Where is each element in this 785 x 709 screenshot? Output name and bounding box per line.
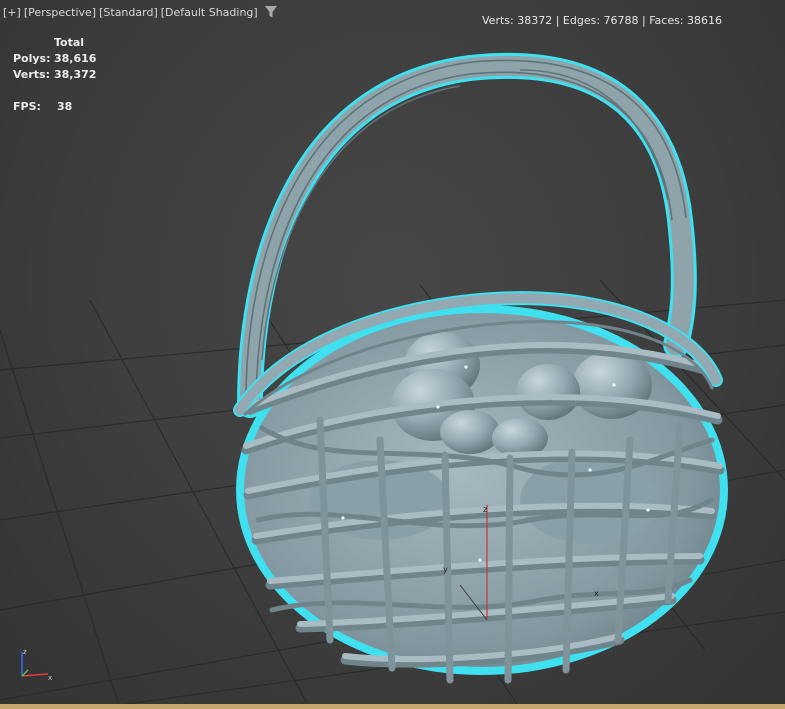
world-axis-tripod: z x: [21, 648, 52, 682]
stats-polys-row: Polys: 38,616: [13, 51, 96, 67]
gizmo-z-label: z: [483, 505, 487, 514]
stats-verts-row: Verts: 38,372: [13, 67, 96, 83]
stats-total-header: Total: [54, 36, 85, 49]
basket-model[interactable]: [233, 52, 728, 684]
stats-fps-label: FPS:: [13, 100, 41, 113]
gizmo-y-label: y: [443, 565, 448, 574]
stats-verts-value: 38,372: [54, 68, 97, 81]
viewport-style-menu[interactable]: [Standard]: [99, 6, 158, 19]
viewport-bottom-border: [0, 704, 785, 709]
stats-fps-row: FPS: 38: [13, 99, 96, 115]
viewport-plus-menu[interactable]: [+]: [3, 6, 21, 19]
stats-polys-label: Polys:: [13, 52, 51, 65]
axis-tripod-z-label: z: [23, 648, 27, 656]
axis-tripod-x-label: x: [48, 674, 52, 682]
mesh-stats-readout: Verts: 38372 | Edges: 76788 | Faces: 386…: [482, 14, 723, 27]
stats-verts-label: Verts:: [13, 68, 51, 81]
funnel-filter-icon[interactable]: [264, 5, 278, 19]
viewport-view-menu[interactable]: [Perspective]: [24, 6, 96, 19]
perspective-viewport[interactable]: z y x [+] [Perspective] [Standard] [Defa…: [0, 0, 785, 709]
stats-polys-value: 38,616: [54, 52, 97, 65]
statistics-overlay: Total Polys: 38,616 Verts: 38,372 FPS: 3…: [13, 35, 96, 115]
gizmo-x-label: x: [594, 589, 599, 598]
viewport-shading-menu[interactable]: [Default Shading]: [161, 6, 258, 19]
stats-fps-value: 38: [57, 100, 73, 113]
viewport-label-menu[interactable]: [+] [Perspective] [Standard] [Default Sh…: [3, 4, 278, 20]
viewport-scene[interactable]: z y x: [0, 0, 785, 709]
